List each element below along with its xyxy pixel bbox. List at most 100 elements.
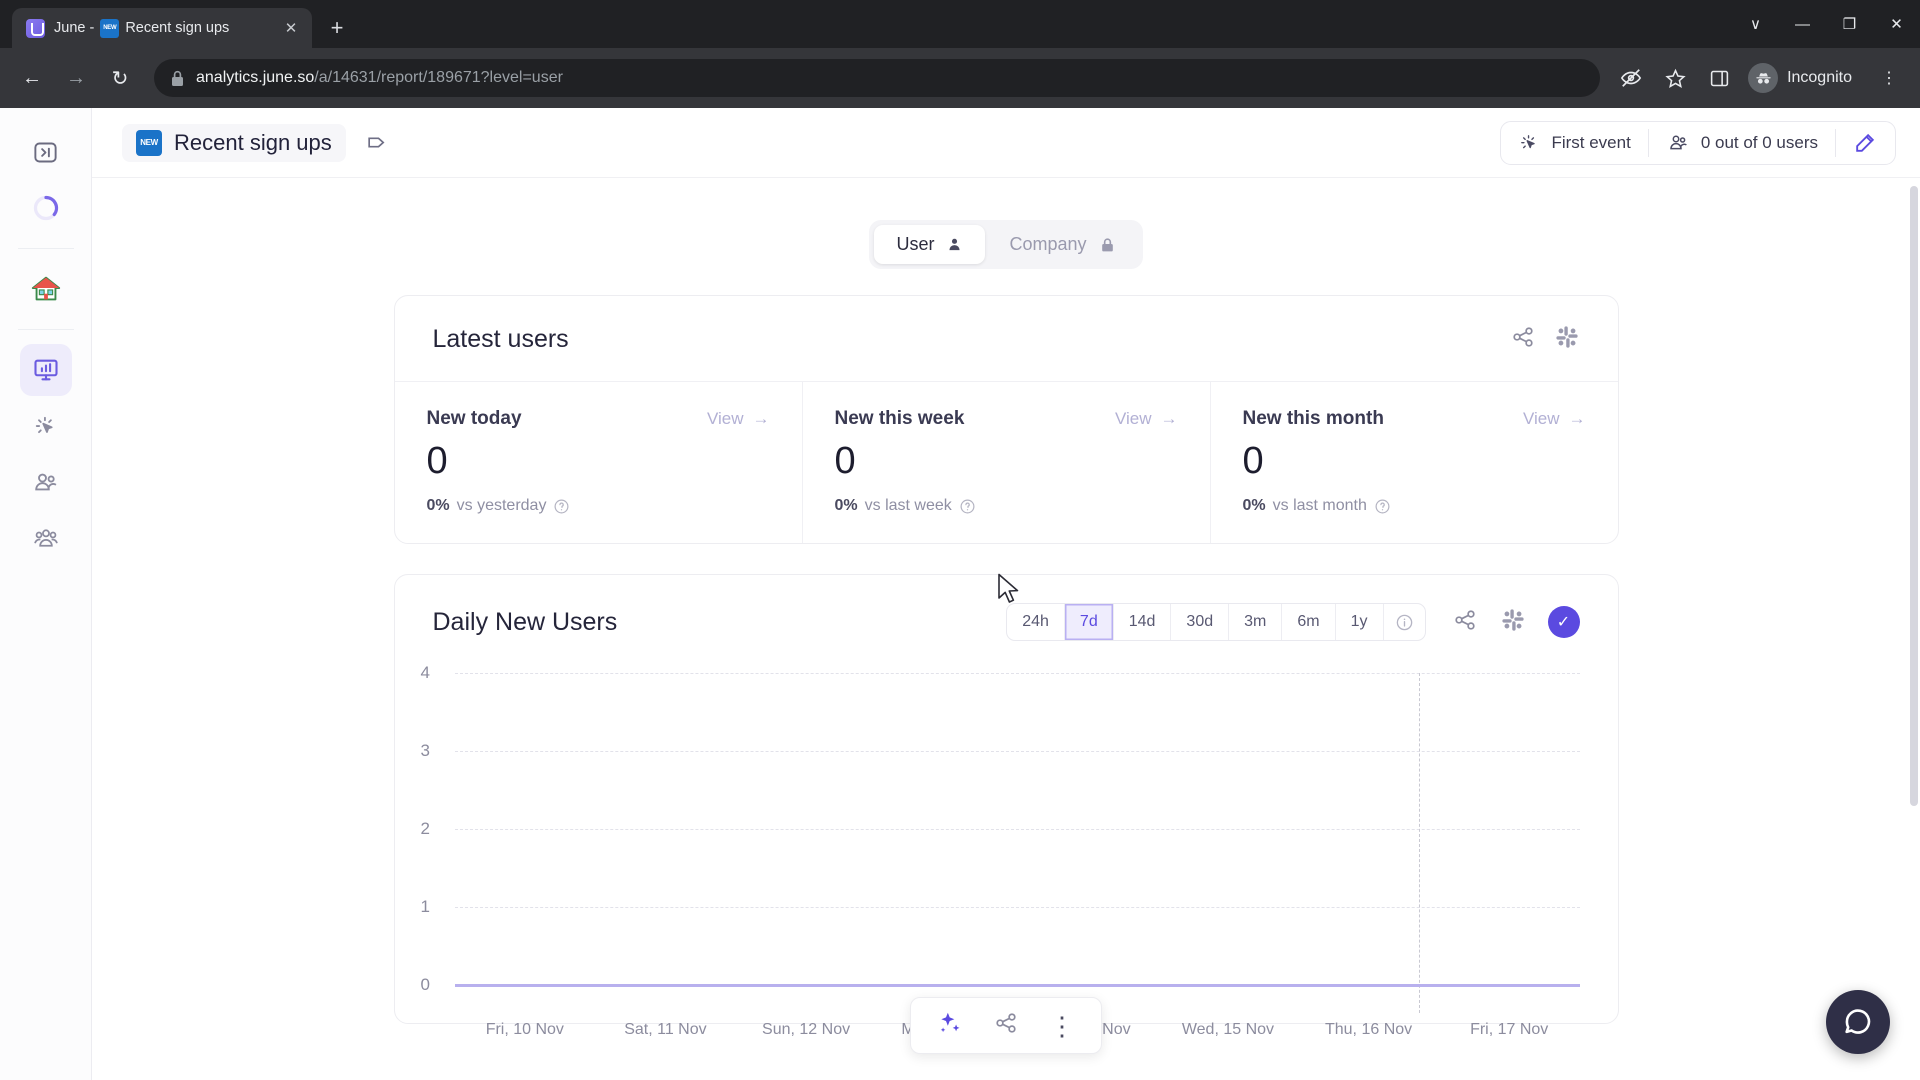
browser-menu-icon[interactable]: ⋮ [1870, 59, 1908, 97]
more-options-button[interactable]: ⋮ [1049, 1013, 1075, 1039]
edit-report-button[interactable] [1836, 122, 1895, 164]
tab-search-icon[interactable]: ∨ [1732, 0, 1779, 48]
daily-new-users-title: Daily New Users [432, 607, 618, 636]
sidebar-item-home[interactable] [20, 263, 72, 315]
forward-icon[interactable]: → [56, 58, 96, 98]
sidebar-item-events[interactable] [20, 400, 72, 452]
info-icon[interactable] [959, 498, 976, 515]
sidebar-item-companies[interactable] [20, 512, 72, 564]
share-button[interactable] [1452, 607, 1478, 638]
y-tick-0: 0 [420, 975, 430, 994]
daily-new-users-card: Daily New Users 24h 7d 14d 30d 3m 6m 1y [393, 574, 1619, 1038]
stat-view-label: View [1114, 409, 1152, 428]
toggle-option-company[interactable]: Company [987, 225, 1137, 264]
audience-count-button[interactable]: 0 out of 0 users [1649, 122, 1835, 164]
stat-percent: 0% [1242, 497, 1266, 514]
stat-view-link[interactable]: View → [707, 409, 770, 429]
side-panel-icon[interactable] [1700, 59, 1738, 97]
toggle-option-user[interactable]: User [874, 225, 986, 264]
info-icon[interactable] [553, 498, 570, 515]
bookmark-star-icon[interactable] [1656, 59, 1694, 97]
info-icon[interactable] [1374, 498, 1391, 515]
share-icon [996, 1013, 1016, 1033]
profile-label: Incognito [1787, 69, 1852, 86]
page-title: Recent sign ups [174, 129, 332, 155]
toggle-user-label: User [896, 234, 935, 254]
new-tab-button[interactable]: + [320, 11, 354, 45]
stat-percent: 0% [834, 497, 858, 514]
users-icon [34, 473, 56, 491]
level-toggle-wrap: User Company [92, 178, 1920, 295]
stat-value: 0 [834, 440, 856, 482]
share-icon [1454, 609, 1475, 630]
saved-indicator[interactable]: ✓ [1547, 606, 1580, 638]
x-tick-0: Fri, 10 Nov [485, 1021, 564, 1038]
gridline-2 [454, 829, 1580, 830]
x-tick-5: Wed, 15 Nov [1181, 1021, 1275, 1038]
slack-button[interactable] [1554, 324, 1580, 355]
vertical-scrollbar[interactable] [1910, 186, 1918, 806]
house-icon [31, 276, 60, 301]
click-cursor-icon [35, 416, 53, 433]
range-6m[interactable]: 6m [1282, 604, 1336, 640]
close-icon[interactable]: ✕ [280, 17, 302, 39]
report-title-chip[interactable]: Recent sign ups [122, 123, 346, 162]
stat-subtext: 0% vs last week [835, 497, 1178, 515]
share-icon [1512, 327, 1533, 347]
latest-users-card: Latest users New today View → 0 0% vs ye… [393, 295, 1619, 544]
minimize-button[interactable]: — [1779, 0, 1826, 48]
users-icon [1670, 135, 1687, 149]
tab-doc-name: Recent sign ups [125, 20, 230, 36]
stat-view-link[interactable]: View → [1523, 409, 1586, 429]
ai-insights-button[interactable] [937, 1010, 963, 1041]
first-event-label: First event [1551, 132, 1631, 152]
content-scroll-area: User Company Latest users New today View… [92, 178, 1920, 1080]
range-14d[interactable]: 14d [1114, 604, 1172, 640]
reload-icon[interactable]: ↻ [100, 58, 140, 98]
stat-view-link[interactable]: View → [1115, 409, 1178, 429]
sidebar-item-reports[interactable] [19, 344, 72, 396]
range-7d[interactable]: 7d [1064, 604, 1114, 640]
sidebar-item-loading-progress [20, 182, 72, 234]
slack-icon [1555, 326, 1578, 348]
stat-view-label: View [706, 409, 744, 428]
incognito-avatar [1748, 63, 1779, 93]
tab-site-name: June - [54, 20, 95, 36]
range-info-button[interactable] [1384, 604, 1425, 640]
range-1y[interactable]: 1y [1336, 604, 1384, 640]
first-event-button[interactable]: First event [1501, 122, 1647, 164]
stat-comparison: vs last month [1272, 497, 1367, 514]
slack-icon [1501, 608, 1524, 631]
sidebar-item-expand-panel[interactable] [20, 126, 72, 178]
arrow-right-icon: → [752, 409, 770, 428]
slack-button[interactable] [1500, 607, 1526, 638]
tag-button[interactable] [362, 127, 394, 159]
back-icon[interactable]: ← [12, 58, 52, 98]
app-shell: Recent sign ups [0, 108, 1920, 1080]
companies-group-icon [33, 529, 58, 547]
range-3m[interactable]: 3m [1229, 604, 1283, 640]
window-close-button[interactable]: ✕ [1873, 0, 1920, 48]
daily-new-users-chart: 4 3 2 1 0 Fri, 10 Nov Sat, 11 Nov Sun, 1… [421, 663, 1580, 1038]
share-button[interactable] [1510, 324, 1536, 355]
latest-users-header: Latest users [395, 296, 1618, 381]
address-bar[interactable]: analytics.june.so/a/14631/report/189671?… [154, 59, 1601, 97]
profile-chip[interactable]: Incognito [1744, 63, 1864, 93]
chart-controls: 24h 7d 14d 30d 3m 6m 1y ✓ [1006, 603, 1580, 641]
sidebar-item-users[interactable] [20, 456, 72, 508]
maximize-button[interactable]: ❐ [1826, 0, 1873, 48]
stat-subtext: 0% vs yesterday [427, 497, 770, 515]
presentation-chart-icon [33, 359, 58, 381]
tracking-protection-icon[interactable] [1612, 59, 1650, 97]
share-button[interactable] [993, 1010, 1019, 1041]
chat-launcher-button[interactable] [1826, 990, 1890, 1054]
browser-tab[interactable]: June - Recent sign ups ✕ [12, 8, 312, 48]
range-30d[interactable]: 30d [1171, 604, 1230, 640]
stat-percent: 0% [426, 497, 450, 514]
x-tick-7: Fri, 17 Nov [1470, 1021, 1549, 1038]
arrow-right-icon: → [1160, 409, 1178, 428]
toggle-company-label: Company [1009, 234, 1087, 254]
range-24h[interactable]: 24h [1007, 604, 1065, 640]
level-toggle: User Company [869, 220, 1143, 269]
browser-window: June - Recent sign ups ✕ + ∨ — ❐ ✕ ← → ↻… [0, 0, 1920, 1080]
